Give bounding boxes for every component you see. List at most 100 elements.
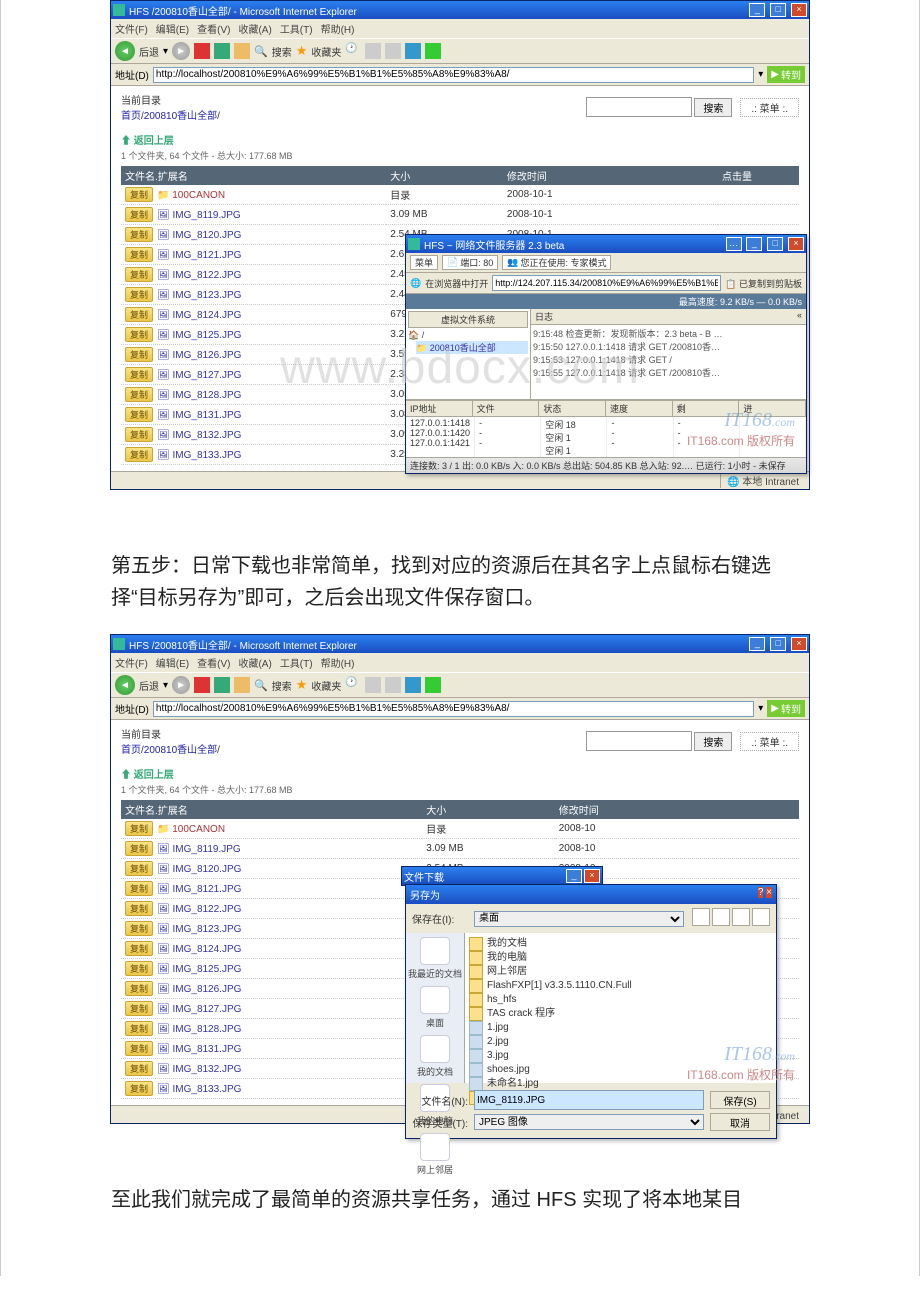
help-button[interactable]: ?	[758, 887, 764, 898]
file-link[interactable]: 🖼 IMG_8131.JPG	[157, 1044, 241, 1055]
up-level-link[interactable]: ⬆ 返回上层	[121, 132, 799, 147]
file-link[interactable]: 🖼 IMG_8133.JPG	[157, 450, 241, 461]
menu-item[interactable]: 帮助(H)	[321, 659, 355, 670]
hfs-vfs-panel[interactable]: 虚拟文件系统 🏠 / 📁 200810香山全部	[406, 309, 531, 399]
copy-button[interactable]: 复制	[125, 227, 153, 242]
cancel-button[interactable]: 取消	[710, 1113, 770, 1131]
file-link[interactable]: 🖼 IMG_8131.JPG	[157, 410, 241, 421]
file-link[interactable]: 🖼 IMG_8125.JPG	[157, 330, 241, 341]
file-link[interactable]: 🖼 IMG_8126.JPG	[157, 984, 241, 995]
forward-button[interactable]: ►	[172, 42, 190, 60]
vfs-root[interactable]: 🏠 /	[408, 330, 528, 341]
table-row[interactable]: 复制🖼 IMG_8119.JPG3.09 MB2008-10-1	[121, 205, 799, 225]
close-button[interactable]: ×	[766, 887, 772, 898]
breadcrumb-folder[interactable]: 200810香山全部	[144, 111, 217, 122]
print-icon[interactable]	[385, 677, 401, 693]
copy-button[interactable]: 复制	[125, 447, 153, 462]
filename-input[interactable]	[474, 1090, 704, 1110]
copy-button[interactable]: 复制	[125, 941, 153, 956]
edit-icon[interactable]	[405, 677, 421, 693]
ie-toolbar[interactable]: ◄ 后退 ▾ ► 🔍 搜索 ★ 收藏夹 🕑	[111, 38, 809, 64]
list-item[interactable]: 我的电脑	[469, 951, 772, 965]
copy-button[interactable]: 复制	[125, 207, 153, 222]
menu-item[interactable]: 工具(T)	[280, 25, 313, 36]
menu-item[interactable]: 工具(T)	[280, 659, 313, 670]
file-link[interactable]: 🖼 IMG_8122.JPG	[157, 270, 241, 281]
refresh-icon[interactable]	[214, 677, 230, 693]
hfs-port-chip[interactable]: 📄 端口: 80	[442, 255, 498, 270]
menu-item[interactable]: 编辑(E)	[156, 659, 189, 670]
address-bar[interactable]: 地址(D) ▾ ▶ 转到	[111, 64, 809, 86]
file-link[interactable]: 🖼 IMG_8132.JPG	[157, 430, 241, 441]
copy-button[interactable]: 复制	[125, 861, 153, 876]
savein-select[interactable]: 桌面	[474, 911, 684, 927]
menu-item[interactable]: 查看(V)	[197, 659, 230, 670]
mail-icon[interactable]	[365, 43, 381, 59]
menu-pill[interactable]: .: 菜单 :.	[740, 98, 799, 117]
copy-button[interactable]: 复制	[125, 1021, 153, 1036]
list-item[interactable]: FlashFXP[1] v3.3.5.1110.CN.Full	[469, 979, 772, 993]
file-link[interactable]: 📁 100CANON	[157, 190, 225, 201]
copy-button[interactable]: 复制	[125, 427, 153, 442]
file-link[interactable]: 🖼 IMG_8127.JPG	[157, 370, 241, 381]
list-item[interactable]: shoes.jpg	[469, 1063, 772, 1077]
copy-button[interactable]: 复制	[125, 327, 153, 342]
saveas-sidebar[interactable]: 我最近的文档桌面我的文档我的电脑网上邻居	[406, 933, 465, 1083]
file-link[interactable]: 🖼 IMG_8124.JPG	[157, 944, 241, 955]
file-link[interactable]: 🖼 IMG_8119.JPG	[157, 210, 241, 221]
copy-button[interactable]: 复制	[125, 187, 153, 202]
menu-pill[interactable]: .: 菜单 :.	[740, 732, 799, 751]
vfs-node[interactable]: 📁 200810香山全部	[416, 341, 528, 354]
file-link[interactable]: 🖼 IMG_8120.JPG	[157, 230, 241, 241]
ie-menubar[interactable]: 文件(F)编辑(E)查看(V)收藏(A)工具(T)帮助(H)	[111, 19, 809, 38]
list-item[interactable]: 未命名1.jpg	[469, 1077, 772, 1091]
file-link[interactable]: 🖼 IMG_8120.JPG	[157, 864, 241, 875]
sidebar-item[interactable]: 我最近的文档	[408, 937, 462, 980]
menu-item[interactable]: 文件(F)	[115, 25, 148, 36]
mail-icon[interactable]	[365, 677, 381, 693]
history-icon[interactable]: 🕑	[345, 677, 361, 693]
back-button[interactable]: ◄	[115, 41, 135, 61]
saveas-listing[interactable]: 我的文档我的电脑网上邻居FlashFXP[1] v3.3.5.1110.CN.F…	[465, 933, 776, 1083]
list-item[interactable]: 2.jpg	[469, 1035, 772, 1049]
saveas-toolbar[interactable]	[690, 908, 770, 929]
file-link[interactable]: 🖼 IMG_8119.JPG	[157, 844, 241, 855]
list-item[interactable]: 网上邻居	[469, 965, 772, 979]
forward-button[interactable]: ►	[172, 676, 190, 694]
file-link[interactable]: 🖼 IMG_8122.JPG	[157, 904, 241, 915]
file-link[interactable]: 🖼 IMG_8125.JPG	[157, 964, 241, 975]
file-link[interactable]: 🖼 IMG_8123.JPG	[157, 924, 241, 935]
stop-icon[interactable]	[194, 677, 210, 693]
sidebar-item[interactable]: 我的文档	[417, 1035, 453, 1078]
menu-item[interactable]: 帮助(H)	[321, 25, 355, 36]
address-bar[interactable]: 地址(D) ▾ ▶ 转到	[111, 698, 809, 720]
file-link[interactable]: 🖼 IMG_8128.JPG	[157, 1024, 241, 1035]
file-link[interactable]: 📁 100CANON	[157, 824, 225, 835]
file-link[interactable]: 🖼 IMG_8123.JPG	[157, 290, 241, 301]
copy-button[interactable]: 复制	[125, 387, 153, 402]
copy-button[interactable]: 复制	[125, 407, 153, 422]
copy-button[interactable]: 复制	[125, 961, 153, 976]
go-button[interactable]: ▶ 转到	[767, 66, 805, 83]
window-buttons[interactable]: _ □ ×	[747, 3, 807, 17]
file-link[interactable]: 🖼 IMG_8124.JPG	[157, 310, 241, 321]
hfs-mode-chip[interactable]: 👥 您正在使用: 专家模式	[502, 255, 611, 270]
print-icon[interactable]	[385, 43, 401, 59]
list-item[interactable]: 我的文档	[469, 937, 772, 951]
search-input[interactable]	[586, 97, 692, 117]
copy-button[interactable]: 复制	[125, 267, 153, 282]
menu-item[interactable]: 查看(V)	[197, 25, 230, 36]
file-link[interactable]: 🖼 IMG_8121.JPG	[157, 250, 241, 261]
hfs-toolbar[interactable]: 菜单 📄 端口: 80 👥 您正在使用: 专家模式	[406, 253, 806, 273]
search-icon[interactable]: 🔍	[254, 679, 268, 692]
list-item[interactable]: 3.jpg	[469, 1049, 772, 1063]
ie-toolbar[interactable]: ◄ 后退▾ ► 🔍 搜索 ★ 收藏夹 🕑	[111, 672, 809, 698]
copy-button[interactable]: 复制	[125, 247, 153, 262]
file-link[interactable]: 🖼 IMG_8127.JPG	[157, 1004, 241, 1015]
breadcrumb-home[interactable]: 首页	[121, 745, 141, 756]
favorites-icon[interactable]: ★	[296, 677, 308, 693]
edit-icon[interactable]	[405, 43, 421, 59]
copy-button[interactable]: 复制	[125, 881, 153, 896]
copy-button[interactable]: 复制	[125, 347, 153, 362]
search-button[interactable]: 搜索	[694, 98, 732, 117]
